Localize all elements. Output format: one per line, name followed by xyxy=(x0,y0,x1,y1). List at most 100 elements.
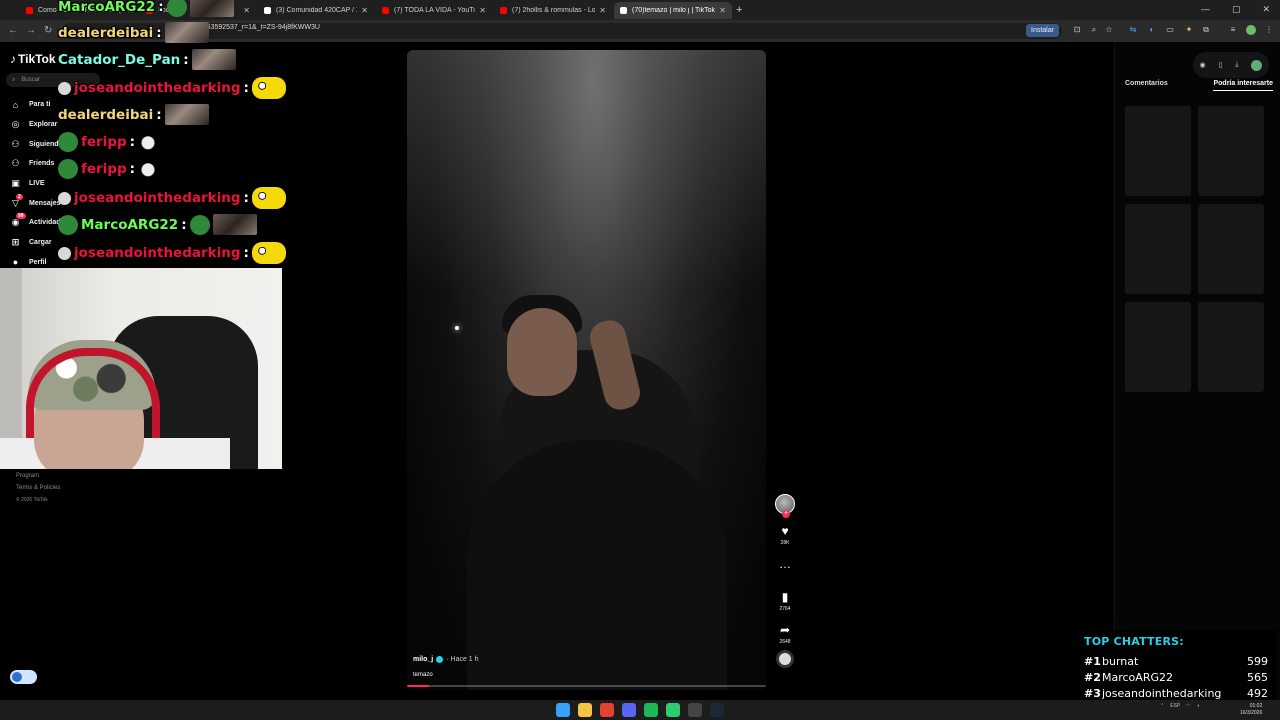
new-tab-button[interactable]: + xyxy=(736,4,742,16)
taskbar-explorer-icon[interactable] xyxy=(578,703,592,717)
chat-user-badge-icon xyxy=(58,246,71,260)
forward-icon[interactable]: → xyxy=(26,25,36,36)
media-control-icon[interactable]: ≡ xyxy=(1228,25,1238,35)
chat-username: joseandointhedarking xyxy=(74,80,241,96)
chat-message: feripp: xyxy=(58,132,159,152)
creator-avatar[interactable]: + xyxy=(775,494,795,518)
video-time: · Hace 1 h xyxy=(446,656,479,663)
right-panel-tabs: Comentarios Podría interesarte xyxy=(1125,80,1273,91)
tab-suggested[interactable]: Podría interesarte xyxy=(1213,80,1273,91)
chat-separator: : xyxy=(243,190,249,206)
video-author[interactable]: milo_j · Hace 1 h xyxy=(413,656,479,663)
suggested-video-tile[interactable] xyxy=(1125,302,1191,392)
suggested-video-tile[interactable] xyxy=(1125,204,1191,294)
sidebar-item-mensajes[interactable]: ▽ 2 Mensajes xyxy=(10,193,63,213)
sidebar-item-para-ti[interactable]: ⌂ Para ti xyxy=(10,95,63,115)
chat-username: dealerdeibai xyxy=(58,24,154,41)
translate-icon[interactable]: ⊡ xyxy=(1072,25,1082,35)
device-icon[interactable]: ▯ xyxy=(1219,61,1223,69)
volume-icon[interactable]: ◖ xyxy=(1197,703,1200,709)
minimize-icon[interactable]: — xyxy=(1201,4,1210,15)
extension-star-icon[interactable]: ✦ xyxy=(1184,25,1194,35)
tiktok-logo[interactable]: ♪ TikTok xyxy=(10,52,56,66)
suggested-video-tile[interactable] xyxy=(1198,302,1264,392)
user-avatar[interactable] xyxy=(1251,59,1263,71)
browser-tab[interactable]: (70)temazo | milo j | TikTok ✕ xyxy=(614,2,732,19)
close-window-icon[interactable]: ✕ xyxy=(1262,4,1270,15)
top-chatters-title: TOP CHATTERS: xyxy=(1084,635,1184,648)
chat-separator: : xyxy=(156,24,162,41)
footer-terms-link[interactable]: Terms & Policies xyxy=(16,482,60,494)
taskbar-discord-icon[interactable] xyxy=(622,703,636,717)
chat-username: joseandointhedarking xyxy=(74,245,241,261)
share-button[interactable]: ➦ 2648 xyxy=(772,623,798,646)
maximize-icon[interactable]: ▢ xyxy=(1232,4,1241,15)
footer-program-link[interactable]: Program xyxy=(16,470,60,482)
chatter-name: joseandointhedarking xyxy=(1102,687,1222,700)
browser-tab[interactable]: (7) 2hollis & rommulas - Lollap✕ xyxy=(494,2,612,19)
chat-username: feripp xyxy=(81,134,127,150)
like-button[interactable]: ♥ 28K xyxy=(772,524,798,547)
chat-separator: : xyxy=(158,0,164,15)
tray-chevron-icon[interactable]: ⌃ xyxy=(1160,703,1164,709)
tab-close-icon[interactable]: ✕ xyxy=(599,6,606,15)
suggested-video-tile[interactable] xyxy=(1198,106,1264,196)
browser-menu-icon[interactable]: ⋮ xyxy=(1264,25,1274,35)
install-app-button[interactable]: Instalar xyxy=(1026,24,1059,37)
taskbar-obs-icon[interactable] xyxy=(688,703,702,717)
video-player[interactable]: milo_j · Hace 1 h temazo xyxy=(407,50,766,690)
tab-comments[interactable]: Comentarios xyxy=(1125,80,1168,91)
taskbar-start-icon[interactable] xyxy=(556,703,570,717)
taskbar-terminal-icon[interactable] xyxy=(666,703,680,717)
coins-icon[interactable]: ◉ xyxy=(1199,61,1205,69)
bookmark-star-icon[interactable]: ☆ xyxy=(1104,25,1114,35)
zoom-icon[interactable]: ⌕ xyxy=(1089,25,1099,35)
extension-audio-icon[interactable]: ◖ xyxy=(1146,25,1156,35)
follow-plus-icon[interactable]: + xyxy=(782,510,790,518)
like-icon: ♥ xyxy=(781,524,789,538)
wifi-icon[interactable]: ◠ xyxy=(1186,703,1190,709)
browser-tab[interactable]: (7) TODA LA VIDA - YouTube✕ xyxy=(376,2,492,19)
suggested-video-tile[interactable] xyxy=(1125,106,1191,196)
cat-emote-icon xyxy=(138,134,159,150)
chatter-name: MarcoARG22 xyxy=(1102,671,1173,684)
stream-chat-overlay: MarcoARG22: dealerdeibai: Catador_De_Pan: j… xyxy=(58,0,298,268)
taskbar-chrome-icon[interactable] xyxy=(600,703,614,717)
taskbar-spotify-icon[interactable] xyxy=(644,703,658,717)
system-tray: ⌃ ESP ◠ ◖ xyxy=(1160,703,1200,709)
sidebar-item-live[interactable]: ▣ LIVE xyxy=(10,174,63,194)
chat-message: feripp: xyxy=(58,159,159,179)
video-progress-bar[interactable] xyxy=(407,685,766,687)
tray-lang-label[interactable]: ESP xyxy=(1170,703,1180,709)
download-icon[interactable]: ⤓ xyxy=(1235,61,1238,69)
save-button[interactable]: ▮ 2764 xyxy=(772,590,798,613)
install-label: Instalar xyxy=(1031,27,1054,34)
sidebar-item-friends[interactable]: ⚇ Friends xyxy=(10,154,63,174)
comment-button[interactable]: … xyxy=(772,557,798,580)
extension-translate-icon[interactable]: ⇆ xyxy=(1128,25,1138,35)
video-username[interactable]: milo_j xyxy=(413,656,433,663)
music-disc-icon[interactable] xyxy=(776,650,794,668)
extension-cast-icon[interactable]: ▭ xyxy=(1165,25,1175,35)
tab-close-icon[interactable]: ✕ xyxy=(719,6,726,15)
sidebar-item-siguiendo[interactable]: ⚇ Siguiendo xyxy=(10,134,62,154)
tab-close-icon[interactable]: ✕ xyxy=(361,6,368,15)
photo-emote-icon xyxy=(164,22,209,43)
reload-icon[interactable]: ↻ xyxy=(44,25,52,36)
chat-username: dealerdeibai xyxy=(58,106,154,123)
back-icon[interactable]: ← xyxy=(8,25,18,36)
tab-close-icon[interactable]: ✕ xyxy=(479,6,486,15)
theme-toggle[interactable] xyxy=(10,670,37,684)
sidebar-item-cargar[interactable]: ⊞ Cargar xyxy=(10,233,63,253)
extensions-puzzle-icon[interactable]: ⧉ xyxy=(1201,25,1211,35)
sidebar-item-explorar[interactable]: ◎ Explorar xyxy=(10,115,63,135)
profile-avatar[interactable] xyxy=(1246,25,1256,35)
verified-badge-icon xyxy=(436,656,444,663)
frog-emote-icon xyxy=(166,0,187,17)
photo-emote-icon xyxy=(164,104,209,125)
chat-separator: : xyxy=(129,161,136,177)
taskbar-steam-icon[interactable] xyxy=(710,703,724,717)
taskbar-clock[interactable]: 01:02 16/3/2026 xyxy=(1240,703,1262,717)
suggested-video-tile[interactable] xyxy=(1198,204,1264,294)
sidebar-item-actividad[interactable]: ◉ 99 Actividad xyxy=(10,213,63,233)
